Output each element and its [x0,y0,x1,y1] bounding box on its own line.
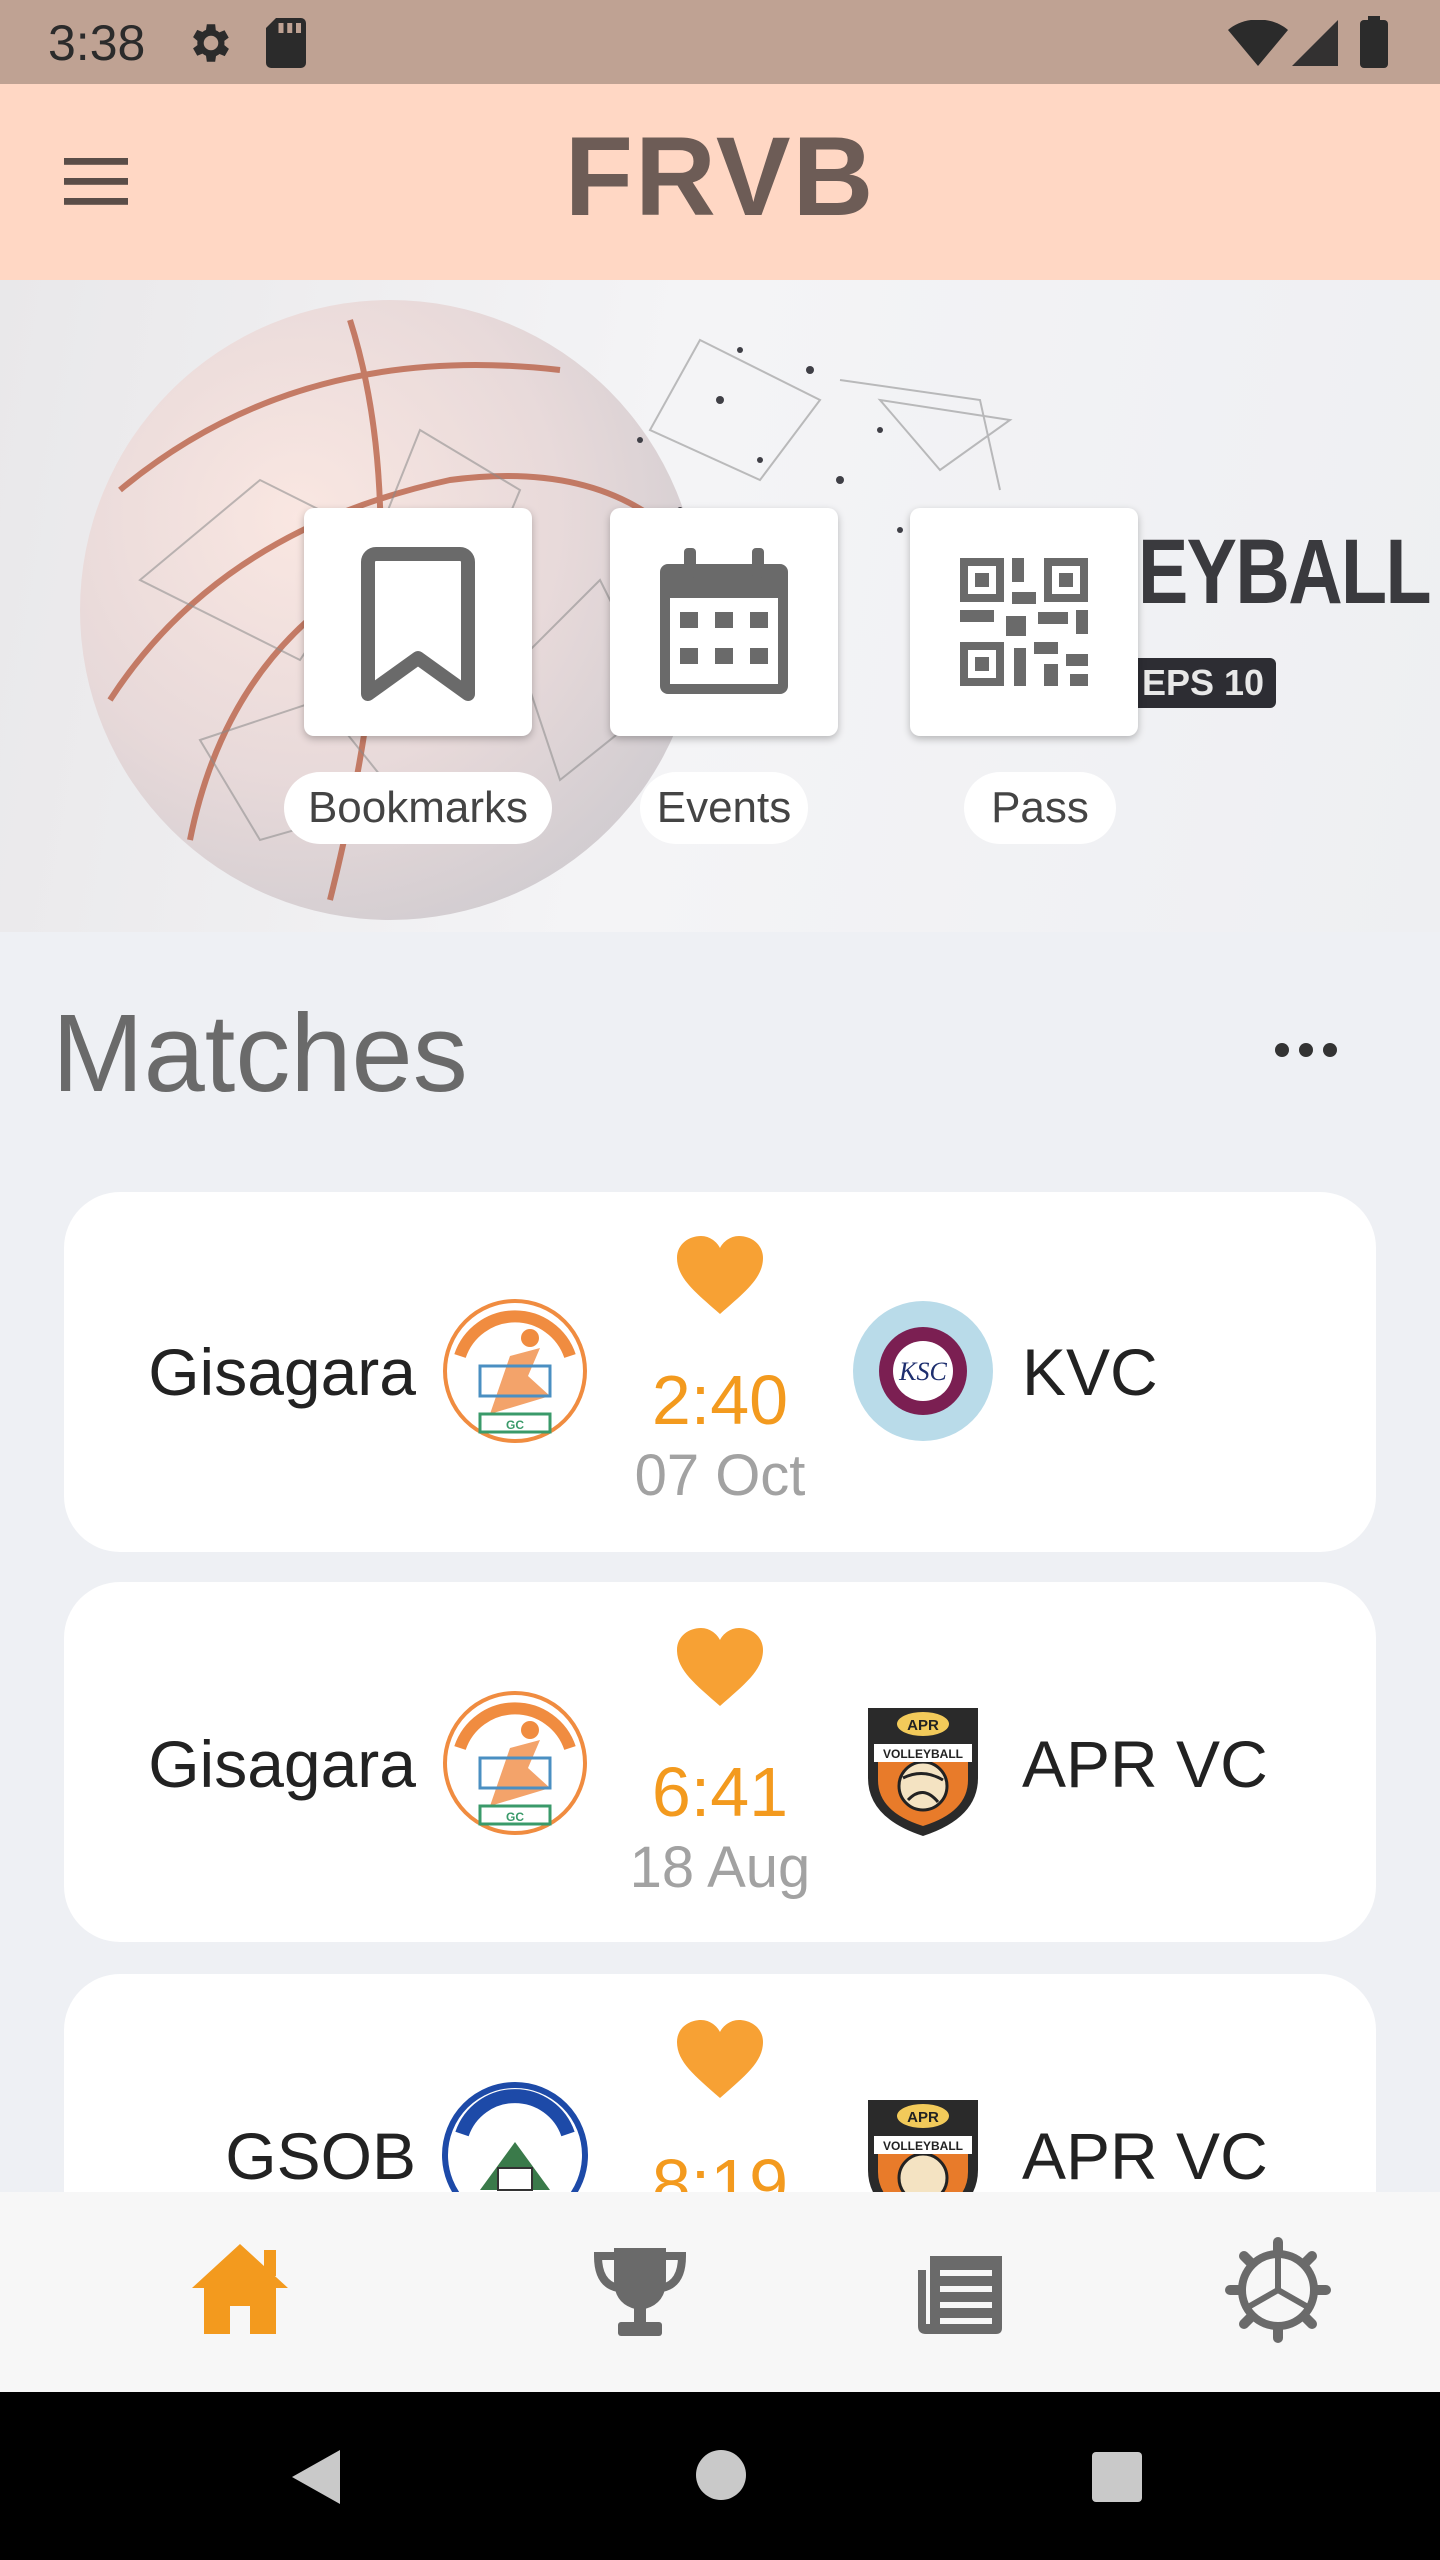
home-icon[interactable] [180,2230,300,2350]
news-icon[interactable] [900,2230,1020,2350]
svg-text:GC: GC [506,1418,524,1432]
status-time: 3:38 [48,15,146,71]
banner-badge: EPS 10 [1130,658,1277,708]
pass-label[interactable]: Pass [964,772,1116,844]
match-card[interactable]: GSOB 8:19 APR VOLLEYBALL APR VC [64,1974,1376,2192]
recents-icon[interactable] [1090,2450,1144,2504]
match-time: 8:19 [651,2145,789,2192]
cell-signal-icon [1292,20,1338,66]
svg-text:GC: GC [506,1810,524,1824]
home-team-name: GSOB [225,2119,416,2192]
home-team-name: Gisagara [148,1335,416,1409]
events-button[interactable] [610,508,838,736]
bookmarks-button[interactable] [304,508,532,736]
away-team-name: APR VC [1022,2119,1268,2192]
gisagara-club-logo: GC [443,1691,587,1835]
settings-icon[interactable] [1218,2230,1338,2350]
gisagara-club-logo: GC [443,1299,587,1443]
svg-text:KSC: KSC [898,1357,947,1386]
apr-vc-club-logo: APR VOLLEYBALL [868,2100,978,2192]
favorite-heart-icon[interactable] [675,1626,765,1710]
section-title: Matches [52,992,468,1115]
battery-icon [1360,16,1388,68]
match-date: 07 Oct [634,1443,806,1508]
svg-text:VOLLEYBALL: VOLLEYBALL [883,2139,963,2153]
favorite-heart-icon[interactable] [675,1234,765,1318]
match-date: 18 Aug [629,1835,811,1900]
bookmarks-label[interactable]: Bookmarks [284,772,552,844]
app-title: FRVB [564,114,876,239]
pass-button[interactable] [910,508,1138,736]
favorite-heart-icon[interactable] [675,2018,765,2102]
sd-card-icon [266,18,306,68]
events-label[interactable]: Events [640,772,808,844]
home-team-name: Gisagara [148,1727,416,1801]
away-team-name: KVC [1022,1335,1158,1409]
gsob-club-logo [442,2082,588,2192]
qr-code-icon [960,558,1088,686]
match-time: 2:40 [651,1361,789,1439]
more-options-icon[interactable] [1262,1020,1350,1080]
trophy-icon[interactable] [580,2230,700,2350]
home-circle-icon[interactable] [694,2448,748,2502]
banner-text: EYBALL [1138,521,1432,623]
away-team-name: APR VC [1022,1727,1268,1801]
back-icon[interactable] [288,2446,344,2508]
kvc-club-logo: KSC [853,1301,993,1441]
apr-vc-club-logo: APR VOLLEYBALL [868,1708,978,1836]
calendar-icon [660,548,788,694]
svg-text:APR: APR [907,2109,939,2126]
svg-text:VOLLEYBALL: VOLLEYBALL [883,1747,963,1761]
bookmark-icon [361,547,475,701]
settings-status-icon [193,24,229,62]
svg-text:APR: APR [907,1717,939,1734]
wifi-icon [1228,20,1288,66]
match-time: 6:41 [651,1753,789,1831]
